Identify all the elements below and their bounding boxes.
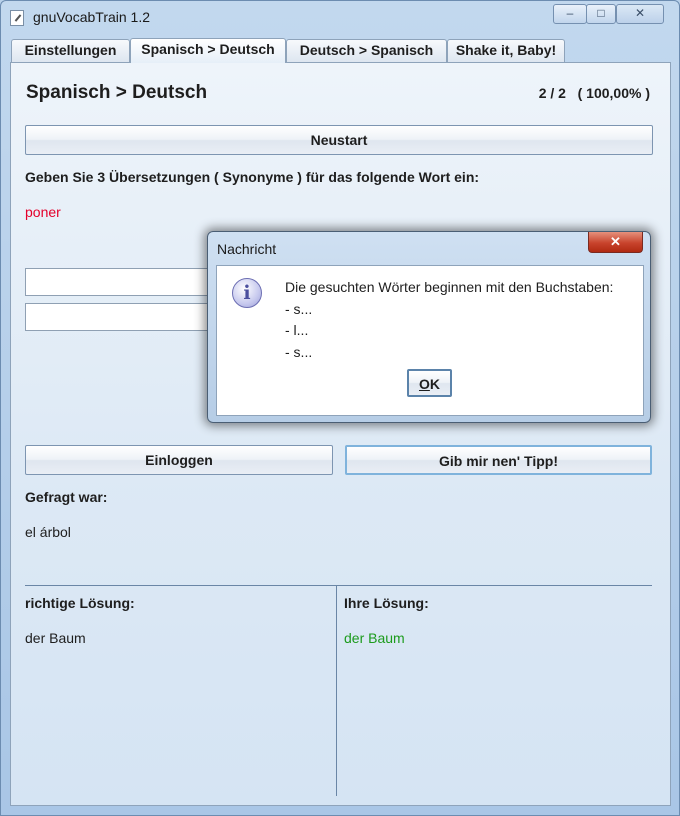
dialog-title: Nachricht xyxy=(217,241,277,257)
score-display: 2 / 2 ( 100,00% ) xyxy=(538,85,650,101)
message-dialog: Nachricht ✕ i Die gesuchten Wörter begin… xyxy=(207,231,651,423)
dialog-message-line: - l... xyxy=(285,322,309,338)
query-word: poner xyxy=(25,204,61,220)
hint-button[interactable]: Gib mir nen' Tipp! xyxy=(345,445,652,475)
ok-button-label: OK xyxy=(418,376,440,392)
tab-shake-it[interactable]: Shake it, Baby! xyxy=(447,39,565,62)
title-bar[interactable]: gnuVocabTrain 1.2 – □ ✕ xyxy=(1,1,679,34)
translation-input-2[interactable] xyxy=(25,303,215,331)
tab-deutsch-spanisch[interactable]: Deutsch > Spanisch xyxy=(286,39,447,62)
dialog-message-line: - s... xyxy=(285,344,313,360)
your-solution-value: der Baum xyxy=(344,630,405,646)
page-title: Spanisch > Deutsch xyxy=(26,82,208,103)
correct-solution-value: der Baum xyxy=(25,630,86,646)
tab-spanisch-deutsch[interactable]: Spanisch > Deutsch xyxy=(130,38,286,63)
horizontal-divider xyxy=(25,585,652,586)
close-button[interactable]: ✕ xyxy=(616,4,664,24)
correct-solution-label: richtige Lösung: xyxy=(25,595,135,611)
minimize-button[interactable]: – xyxy=(553,4,587,24)
dialog-body: i Die gesuchten Wörter beginnen mit den … xyxy=(216,265,644,416)
info-icon: i xyxy=(232,278,262,308)
login-button[interactable]: Einloggen xyxy=(25,445,333,475)
dialog-close-button[interactable]: ✕ xyxy=(588,232,643,253)
restart-button[interactable]: Neustart xyxy=(25,125,653,155)
vertical-divider xyxy=(336,586,337,796)
window-title: gnuVocabTrain 1.2 xyxy=(33,9,151,25)
app-icon xyxy=(10,10,24,26)
ok-button[interactable]: OK xyxy=(407,369,452,397)
your-solution-label: Ihre Lösung: xyxy=(344,595,429,611)
tab-einstellungen[interactable]: Einstellungen xyxy=(11,39,130,62)
prompt-text: Geben Sie 3 Übersetzungen ( Synonyme ) f… xyxy=(25,169,480,185)
asked-word: el árbol xyxy=(25,524,71,540)
dialog-message-line: - s... xyxy=(285,301,313,317)
main-panel: Spanisch > Deutsch 2 / 2 ( 100,00% ) Neu… xyxy=(10,62,671,806)
translation-input-1[interactable] xyxy=(25,268,215,296)
dialog-message-line: Die gesuchten Wörter beginnen mit den Bu… xyxy=(285,279,614,295)
maximize-button[interactable]: □ xyxy=(586,4,616,24)
asked-label: Gefragt war: xyxy=(25,489,108,505)
